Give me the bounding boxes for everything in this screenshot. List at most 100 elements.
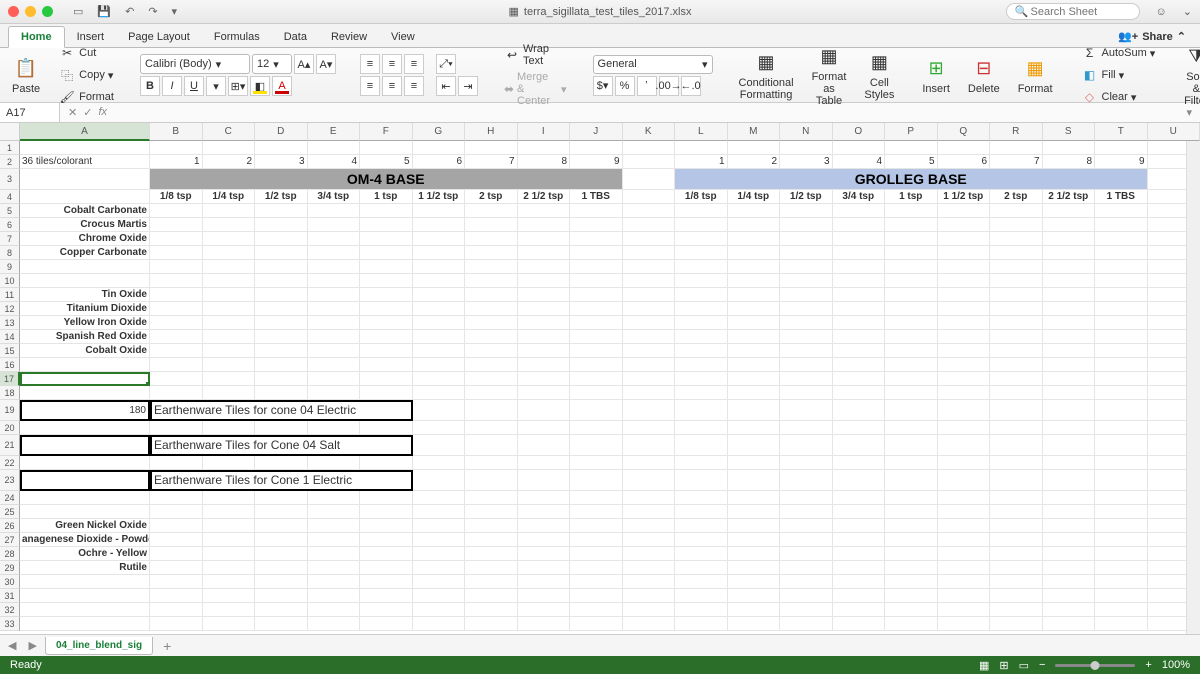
cell[interactable] bbox=[413, 386, 466, 400]
cell[interactable] bbox=[675, 246, 728, 260]
cell[interactable] bbox=[150, 505, 203, 519]
insert-cells-button[interactable]: ⊞Insert bbox=[916, 53, 956, 97]
cell[interactable] bbox=[570, 603, 623, 617]
cell[interactable] bbox=[518, 260, 571, 274]
cell[interactable] bbox=[518, 141, 571, 155]
cell[interactable] bbox=[570, 330, 623, 344]
row-header[interactable]: 17 bbox=[0, 372, 20, 386]
cell[interactable] bbox=[833, 316, 886, 330]
cell[interactable] bbox=[1095, 386, 1148, 400]
sort-filter-button[interactable]: ⧩Sort & Filter bbox=[1177, 41, 1200, 109]
cell[interactable] bbox=[413, 260, 466, 274]
row-header[interactable]: 32 bbox=[0, 603, 20, 617]
cell[interactable] bbox=[990, 470, 1043, 491]
cell[interactable] bbox=[518, 302, 571, 316]
row-header[interactable]: 8 bbox=[0, 246, 20, 260]
cell[interactable] bbox=[570, 421, 623, 435]
cell-styles-button[interactable]: ▦Cell Styles bbox=[858, 47, 900, 103]
cell[interactable] bbox=[570, 386, 623, 400]
cell[interactable] bbox=[623, 589, 676, 603]
cell[interactable] bbox=[570, 246, 623, 260]
cell[interactable] bbox=[255, 232, 308, 246]
cell[interactable] bbox=[938, 435, 991, 456]
cell[interactable] bbox=[833, 547, 886, 561]
cell[interactable] bbox=[360, 456, 413, 470]
cell[interactable]: Cobalt Oxide bbox=[20, 344, 150, 358]
cell[interactable] bbox=[623, 204, 676, 218]
col-header[interactable]: R bbox=[990, 123, 1043, 141]
cell[interactable] bbox=[255, 547, 308, 561]
cell[interactable] bbox=[938, 491, 991, 505]
cell[interactable] bbox=[675, 358, 728, 372]
cell[interactable] bbox=[728, 400, 781, 421]
cell[interactable] bbox=[885, 421, 938, 435]
cell[interactable]: Earthenware Tiles for cone 04 Electric bbox=[150, 400, 413, 421]
cell[interactable] bbox=[518, 204, 571, 218]
search-sheet[interactable]: 🔍 bbox=[1006, 3, 1140, 20]
cell[interactable] bbox=[20, 190, 150, 204]
cell[interactable] bbox=[1095, 575, 1148, 589]
cell[interactable] bbox=[465, 400, 518, 421]
cell[interactable] bbox=[20, 575, 150, 589]
cell[interactable] bbox=[623, 274, 676, 288]
cell[interactable] bbox=[623, 302, 676, 316]
cell[interactable] bbox=[360, 603, 413, 617]
cell[interactable] bbox=[203, 246, 256, 260]
cell[interactable] bbox=[360, 547, 413, 561]
cell[interactable] bbox=[1095, 505, 1148, 519]
cell[interactable] bbox=[150, 246, 203, 260]
cell[interactable] bbox=[990, 302, 1043, 316]
cell[interactable] bbox=[255, 456, 308, 470]
cell[interactable] bbox=[255, 421, 308, 435]
cell[interactable] bbox=[150, 218, 203, 232]
cell[interactable] bbox=[570, 316, 623, 330]
cell[interactable] bbox=[150, 421, 203, 435]
cell[interactable] bbox=[728, 274, 781, 288]
cell[interactable] bbox=[20, 435, 150, 456]
cell[interactable] bbox=[990, 288, 1043, 302]
cell[interactable] bbox=[833, 617, 886, 631]
cell[interactable] bbox=[465, 260, 518, 274]
cell[interactable] bbox=[1095, 344, 1148, 358]
cell[interactable] bbox=[570, 617, 623, 631]
cell[interactable] bbox=[308, 617, 361, 631]
align-top-button[interactable]: ≡ bbox=[360, 54, 380, 74]
cell[interactable] bbox=[728, 547, 781, 561]
cell[interactable] bbox=[623, 316, 676, 330]
cell[interactable] bbox=[1043, 400, 1096, 421]
cell[interactable] bbox=[20, 274, 150, 288]
cell[interactable] bbox=[308, 561, 361, 575]
cell[interactable]: 7 bbox=[990, 155, 1043, 169]
cell[interactable] bbox=[413, 603, 466, 617]
cell[interactable] bbox=[570, 372, 623, 386]
row-header[interactable]: 28 bbox=[0, 547, 20, 561]
cell[interactable] bbox=[518, 435, 571, 456]
cell[interactable] bbox=[728, 302, 781, 316]
cell[interactable] bbox=[150, 589, 203, 603]
cell[interactable] bbox=[465, 456, 518, 470]
cell[interactable] bbox=[833, 561, 886, 575]
cell[interactable] bbox=[20, 505, 150, 519]
cell[interactable] bbox=[360, 330, 413, 344]
cell[interactable] bbox=[1095, 561, 1148, 575]
row-header[interactable]: 16 bbox=[0, 358, 20, 372]
cell[interactable] bbox=[308, 421, 361, 435]
cell[interactable] bbox=[465, 533, 518, 547]
cell[interactable] bbox=[885, 603, 938, 617]
cell[interactable] bbox=[938, 617, 991, 631]
cell[interactable] bbox=[150, 288, 203, 302]
cell[interactable] bbox=[675, 344, 728, 358]
cell[interactable]: 1/2 tsp bbox=[255, 190, 308, 204]
cell[interactable]: Chrome Oxide bbox=[20, 232, 150, 246]
cell[interactable] bbox=[465, 547, 518, 561]
cell[interactable] bbox=[308, 218, 361, 232]
cell[interactable] bbox=[255, 204, 308, 218]
row-header[interactable]: 5 bbox=[0, 204, 20, 218]
cell[interactable] bbox=[570, 547, 623, 561]
page-break-view-icon[interactable]: ▭ bbox=[1019, 659, 1029, 672]
cell[interactable] bbox=[570, 456, 623, 470]
cell[interactable] bbox=[833, 421, 886, 435]
row-header[interactable]: 18 bbox=[0, 386, 20, 400]
cell[interactable]: 5 bbox=[885, 155, 938, 169]
cell[interactable] bbox=[780, 358, 833, 372]
